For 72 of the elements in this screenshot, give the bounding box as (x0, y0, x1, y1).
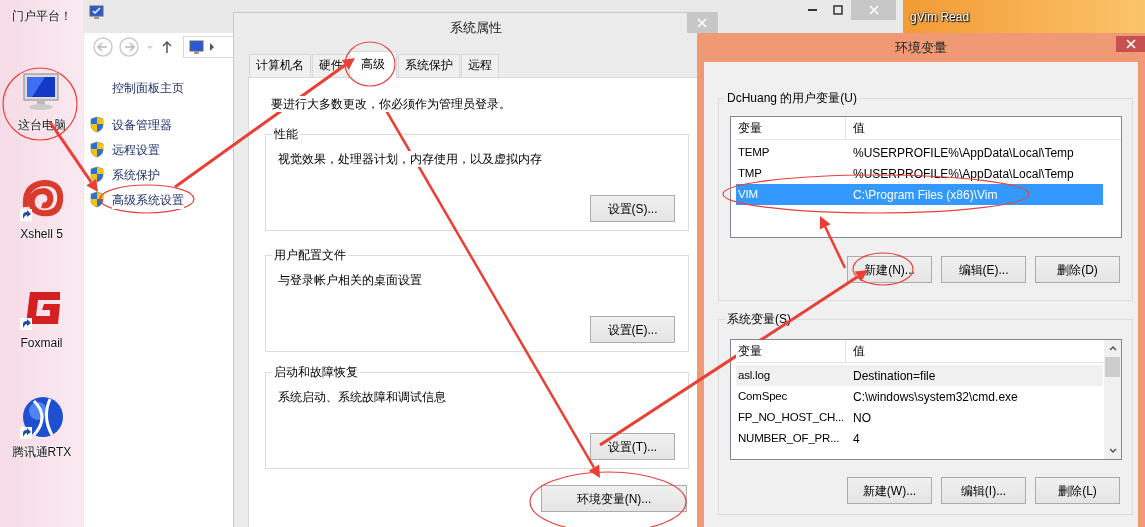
column-header[interactable]: 变量 (736, 340, 846, 362)
action-button[interactable]: 删除(L) (1035, 477, 1120, 504)
variable-name: ComSpec (737, 388, 789, 404)
action-button[interactable]: 新建(W)... (847, 477, 932, 504)
variable-value: 4 (852, 430, 861, 448)
column-header[interactable]: 变量 (736, 117, 846, 139)
scroll-thumb[interactable] (1105, 357, 1120, 377)
tab[interactable]: 远程 (461, 54, 499, 77)
action-button[interactable]: 编辑(E)... (941, 256, 1026, 283)
close-icon (1125, 39, 1136, 49)
group-description: 系统启动、系统故障和调试信息 (278, 389, 446, 405)
group-description: 视觉效果，处理器计划，内存使用，以及虚拟内存 (278, 151, 542, 167)
variable-value: C:\Program Files (x86)\Vim (852, 186, 999, 204)
tab[interactable]: 计算机名 (249, 54, 311, 77)
annotation-ellipse (852, 252, 914, 286)
scrollbar[interactable] (1104, 340, 1121, 459)
desktop-icon-label[interactable]: 门户平台！ (11, 9, 72, 23)
variable-value: %USERPROFILE%\AppData\Local\Temp (852, 165, 1075, 183)
sidebar-link[interactable]: 系统保护 (112, 165, 160, 184)
up-arrow-icon[interactable] (161, 40, 173, 54)
shield-icon (90, 141, 104, 158)
action-button[interactable]: 编辑(I)... (941, 477, 1026, 504)
shield-icon (90, 166, 104, 183)
action-button[interactable]: 新建(N)... (847, 256, 932, 283)
tab[interactable]: 高级 (349, 51, 397, 78)
monitor-icon (88, 4, 104, 20)
group-title: 启动和故障恢复 (273, 365, 359, 379)
tab[interactable]: 系统保护 (398, 54, 460, 77)
maximize-icon (833, 5, 843, 15)
spiral-icon[interactable] (19, 177, 64, 221)
annotation-ellipse (344, 41, 396, 87)
shield-icon (90, 116, 104, 133)
desktop-icon-label[interactable]: 腾讯通RTX (11, 445, 72, 459)
variable-value: %USERPROFILE%\AppData\Local\Temp (852, 144, 1075, 162)
desktop-icon-label[interactable]: Foxmail (20, 336, 63, 350)
variable-name: asl.log (737, 367, 771, 383)
group-title: DcHuang 的用户变量(U) (726, 91, 859, 105)
variable-value: NO (852, 409, 872, 427)
variable-name: TEMP (737, 144, 771, 160)
dialog-title: 环境变量 (895, 38, 947, 57)
close-icon (697, 18, 707, 28)
variable-name: TMP (737, 165, 763, 181)
list-row[interactable]: ComSpec C:\windows\system32\cmd.exe (736, 386, 1103, 407)
sidebar-link[interactable]: 高级系统设置 (112, 190, 184, 209)
group-title: 用户配置文件 (273, 248, 347, 262)
settings-button[interactable]: 设置(E)... (590, 316, 675, 343)
variable-name: VIM (737, 186, 759, 202)
desktop-icon-label[interactable]: Xshell 5 (20, 227, 63, 241)
globe-icon[interactable] (19, 395, 64, 439)
list-row[interactable]: NUMBER_OF_PR... 4 (736, 428, 1103, 449)
list-row[interactable]: TMP %USERPROFILE%\AppData\Local\Temp (736, 163, 1103, 184)
group-description: 与登录帐户相关的桌面设置 (278, 272, 422, 288)
group-title: 性能 (273, 127, 299, 141)
list-row[interactable]: TEMP %USERPROFILE%\AppData\Local\Temp (736, 142, 1103, 163)
settings-button[interactable]: 设置(S)... (590, 195, 675, 222)
dialog-title: 系统属性 (449, 19, 502, 38)
settings-button[interactable]: 设置(T)... (590, 433, 675, 460)
monitor-icon (188, 39, 204, 55)
action-button[interactable]: 删除(D) (1035, 256, 1120, 283)
minimize-icon (807, 9, 817, 11)
group-title: 系统变量(S) (726, 312, 792, 326)
environment-variables-button[interactable]: 环境变量(N)... (541, 485, 687, 512)
variable-value: Destination=file (852, 367, 937, 385)
variable-value: C:\windows\system32\cmd.exe (852, 388, 1019, 406)
close-icon (868, 5, 879, 15)
list-row[interactable]: FP_NO_HOST_CH... NO (736, 407, 1103, 428)
variable-name: FP_NO_HOST_CH... (737, 409, 846, 425)
list-row[interactable]: asl.log Destination=file (736, 365, 1103, 386)
variable-name: NUMBER_OF_PR... (737, 430, 841, 446)
close-button[interactable] (1116, 36, 1145, 52)
shield-icon (90, 191, 104, 208)
chevron-icon (208, 42, 216, 52)
